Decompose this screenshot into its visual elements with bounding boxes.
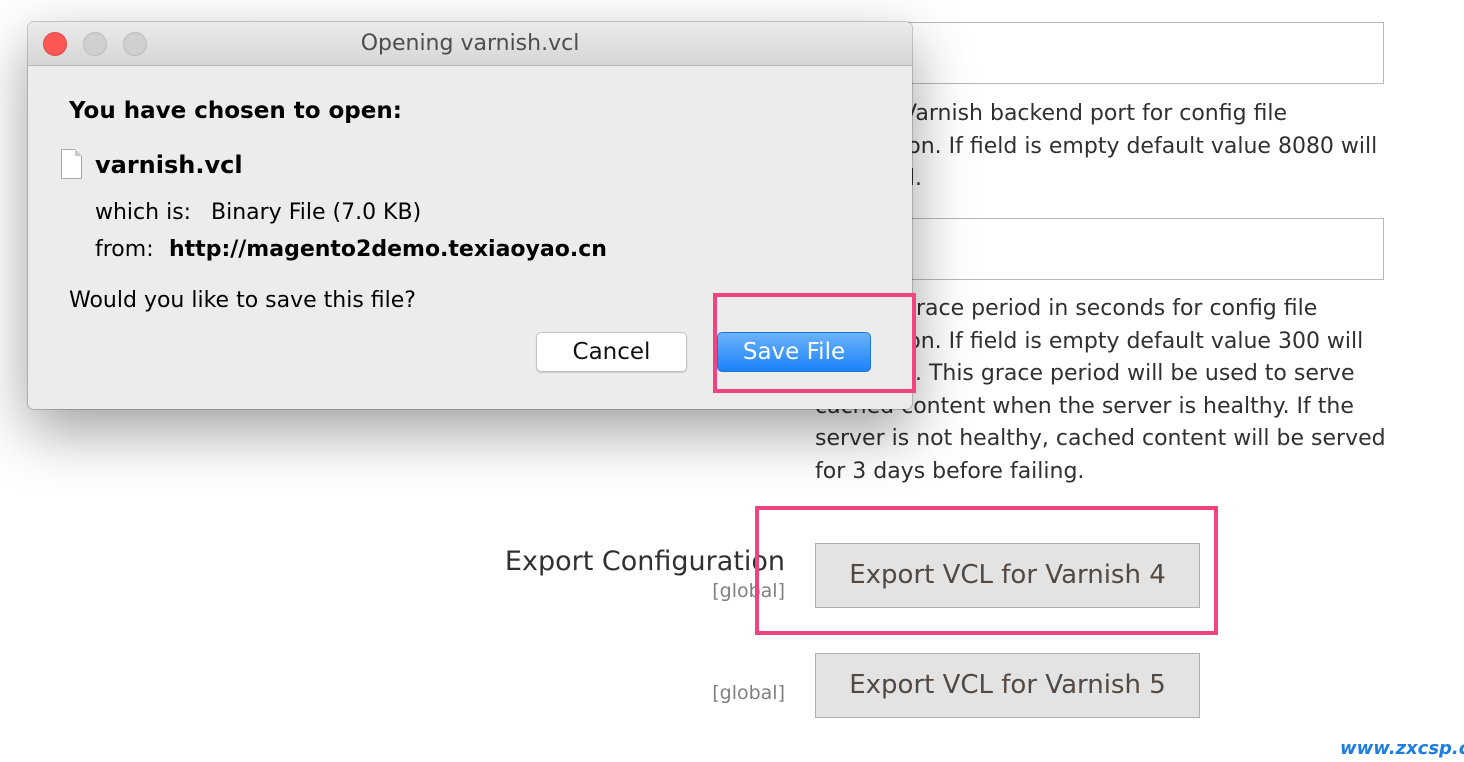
cancel-button[interactable]: Cancel <box>536 332 687 372</box>
file-icon <box>61 149 82 179</box>
file-type-value: Binary File (7.0 KB) <box>211 200 422 225</box>
export-vcl-varnish5-button[interactable]: Export VCL for Varnish 5 <box>815 653 1200 718</box>
export-vcl-varnish4-button[interactable]: Export VCL for Varnish 4 <box>815 543 1200 608</box>
source-url: http://magento2demo.texiaoyao.cn <box>169 237 607 262</box>
scope-label-global-2: [global] <box>712 682 785 704</box>
save-file-button[interactable]: Save File <box>717 332 871 372</box>
save-question: Would you like to save this file? <box>69 288 416 313</box>
from-label: from: <box>95 237 154 262</box>
watermark-text: www.zxcsp.cn <box>1340 738 1464 759</box>
dialog-heading: You have chosen to open: <box>69 98 402 124</box>
dialog-title: Opening varnish.vcl <box>360 31 580 56</box>
open-file-dialog: Opening varnish.vcl You have chosen to o… <box>28 22 912 409</box>
export-configuration-label: Export Configuration <box>504 546 785 577</box>
scope-label-global: [global] <box>712 580 785 602</box>
dialog-titlebar: Opening varnish.vcl <box>28 22 912 66</box>
which-is-label: which is: <box>95 200 192 225</box>
file-name: varnish.vcl <box>95 151 243 179</box>
